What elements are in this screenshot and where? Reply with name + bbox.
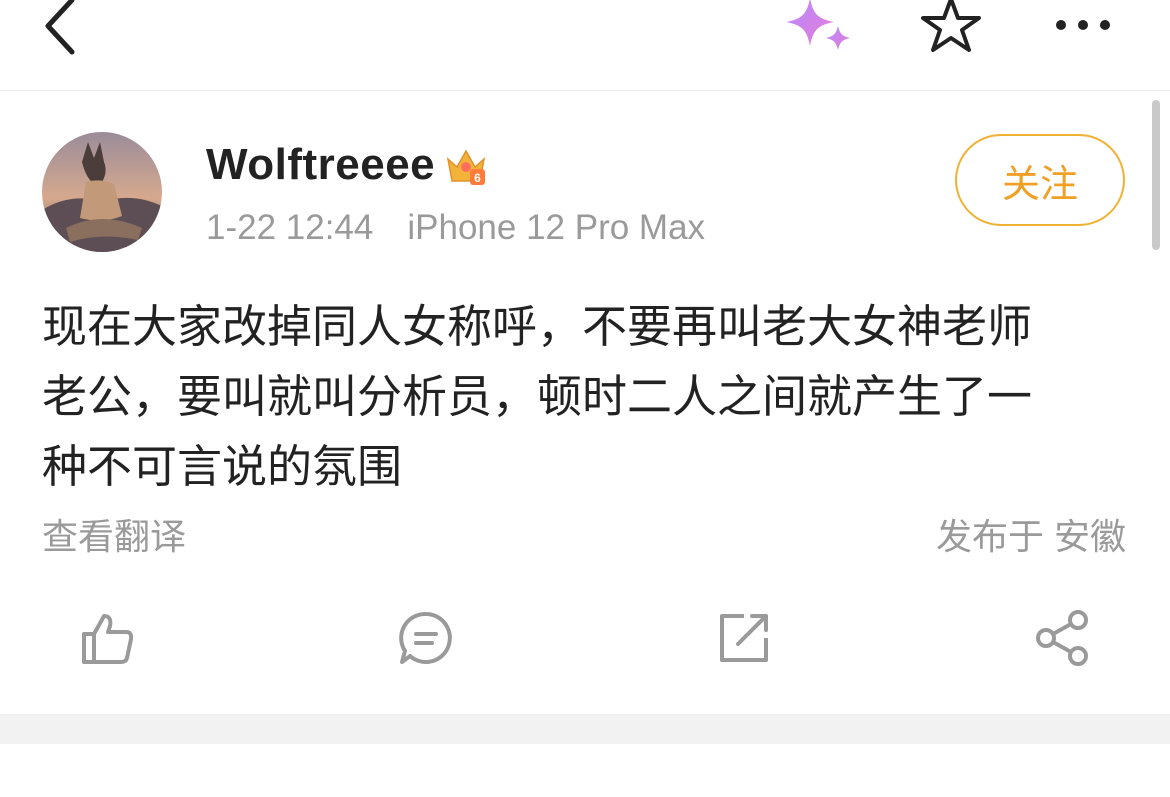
- section-divider: [0, 714, 1170, 744]
- thumbs-up-icon[interactable]: [76, 606, 140, 670]
- badge-level: 6: [474, 171, 481, 185]
- star-outline-icon[interactable]: [916, 0, 986, 58]
- chevron-left-icon[interactable]: [30, 0, 94, 58]
- post-content: 现在大家改掉同人女称呼，不要再叫老大女神老师 老公，要叫就叫分析员，顿时二人之间…: [42, 292, 1132, 502]
- translate-link[interactable]: 查看翻译: [42, 508, 186, 560]
- post-location: 发布于 安徽: [935, 516, 1126, 557]
- post-meta: 1-22 12:44 iPhone 12 Pro Max: [206, 208, 705, 248]
- post-device: iPhone 12 Pro Max: [407, 208, 706, 247]
- follow-button[interactable]: 关注: [955, 134, 1125, 226]
- action-bar: [0, 596, 1170, 680]
- avatar[interactable]: [42, 132, 162, 252]
- more-dots-icon[interactable]: [1046, 0, 1120, 56]
- post-line: 种不可言说的氛围: [42, 441, 403, 492]
- post-line: 老公，要叫就叫分析员，顿时二人之间就产生了一: [42, 371, 1033, 422]
- post-time: 1-22 12:44: [206, 208, 374, 247]
- comment-icon[interactable]: [394, 606, 458, 670]
- scrollbar[interactable]: [1152, 100, 1160, 250]
- share-icon[interactable]: [1030, 606, 1094, 670]
- post-line: 现在大家改掉同人女称呼，不要再叫老大女神老师: [42, 301, 1033, 352]
- repost-icon[interactable]: [712, 606, 776, 670]
- username[interactable]: Wolftreeee: [206, 140, 435, 190]
- vip-crown-icon[interactable]: 6: [444, 145, 488, 189]
- top-bar: [0, 0, 1170, 91]
- ai-sparkle-icon[interactable]: [778, 0, 862, 62]
